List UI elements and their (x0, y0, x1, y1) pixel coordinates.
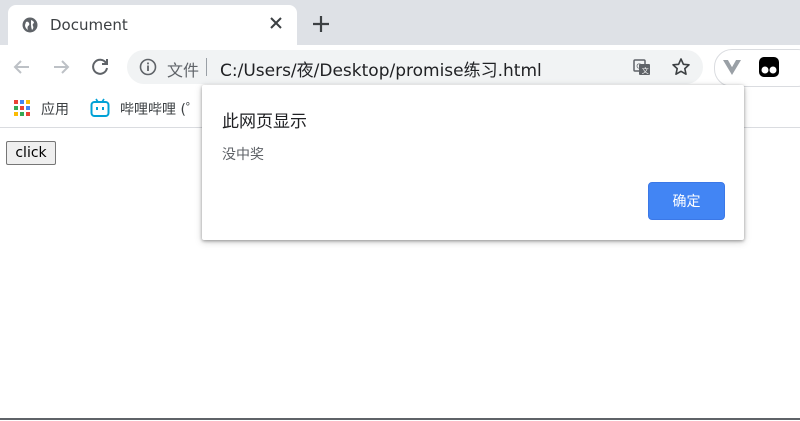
tab-document[interactable]: Document (8, 5, 297, 45)
bookmark-bilibili[interactable]: 哔哩哔哩 (゜ (90, 97, 210, 119)
alert-dialog: 此网页显示 没中奖 确定 (202, 85, 744, 240)
back-arrow-icon[interactable] (9, 54, 35, 80)
svg-text:文: 文 (642, 66, 649, 75)
toolbar: 文件 C:/Users/夜/Desktop/promise练习.html G 文 (0, 45, 800, 89)
translate-icon[interactable]: G 文 (633, 58, 651, 76)
dialog-title: 此网页显示 (222, 112, 307, 132)
ok-button[interactable]: 确定 (648, 182, 725, 220)
forward-arrow-icon[interactable] (48, 54, 74, 80)
address-bar[interactable]: 文件 C:/Users/夜/Desktop/promise练习.html G 文 (127, 50, 703, 84)
new-tab-icon[interactable] (310, 13, 332, 35)
apps-grid-icon (14, 100, 30, 116)
vue-devtools-icon[interactable] (722, 57, 742, 77)
bookmark-apps[interactable]: 应用 (14, 97, 76, 119)
bookmark-star-icon[interactable] (671, 57, 691, 77)
dialog-message: 没中奖 (222, 147, 264, 163)
click-button[interactable]: click (6, 141, 56, 165)
globe-icon (22, 17, 38, 33)
reload-icon[interactable] (87, 54, 113, 80)
scheme-label: 文件 (167, 61, 200, 80)
bookmark-label: 应用 (41, 102, 69, 118)
tab-title: Document (50, 16, 128, 34)
tab-strip: Document (0, 0, 800, 45)
bilibili-icon (90, 98, 110, 117)
separator (206, 58, 207, 76)
bookmark-label: 哔哩哔哩 (゜ (120, 102, 200, 118)
bottom-divider (0, 418, 800, 420)
url-text[interactable]: C:/Users/夜/Desktop/promise练习.html (220, 56, 542, 81)
info-icon[interactable] (139, 58, 157, 76)
close-icon[interactable] (266, 13, 286, 33)
tampermonkey-icon[interactable] (758, 56, 780, 78)
